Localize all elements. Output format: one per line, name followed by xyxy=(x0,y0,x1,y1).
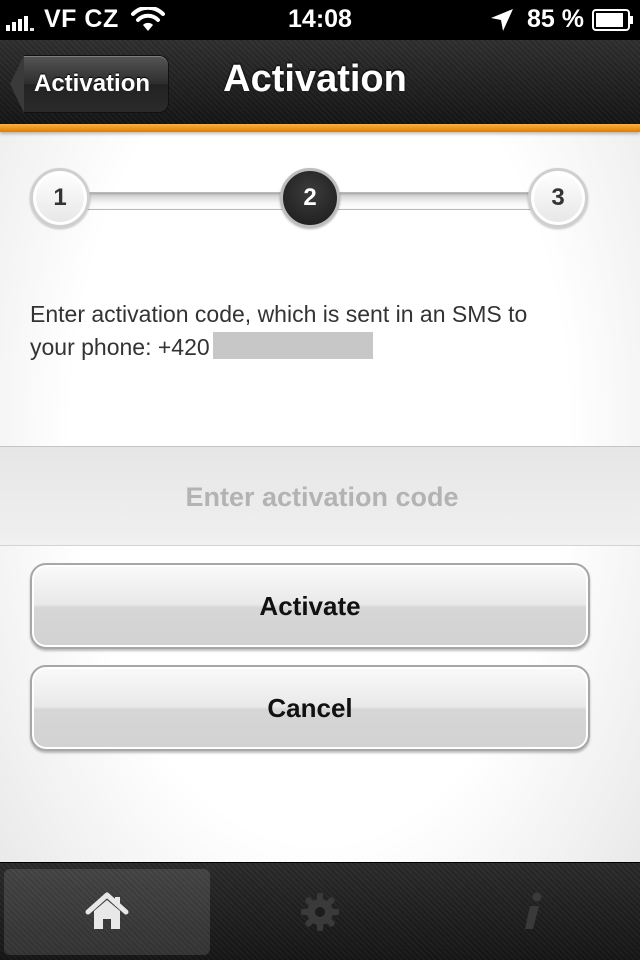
location-arrow-icon xyxy=(491,8,514,31)
info-icon xyxy=(525,892,542,929)
step-2-current: 2 xyxy=(280,168,340,228)
activation-screen: VF CZ 14:08 85 % Activation Activation 1… xyxy=(0,0,640,960)
tab-settings[interactable] xyxy=(217,869,423,955)
progress-stepper: 1 2 3 xyxy=(30,168,590,232)
tab-home[interactable] xyxy=(4,869,210,955)
instruction-text: Enter activation code, which is sent in … xyxy=(30,298,610,364)
redacted-phone-number xyxy=(212,332,373,359)
activation-code-input[interactable] xyxy=(0,447,640,547)
gear-icon xyxy=(301,893,339,931)
instruction-line-2: your phone: +420 xyxy=(30,334,210,360)
instruction-line-1: Enter activation code, which is sent in … xyxy=(30,301,528,327)
tab-bar xyxy=(0,862,640,960)
status-right: 85 % xyxy=(489,5,634,34)
battery-icon xyxy=(592,8,633,31)
nav-accent-stripe xyxy=(0,124,640,132)
step-1: 1 xyxy=(30,168,90,228)
activate-button[interactable]: Activate xyxy=(30,563,590,649)
battery-percent: 85 % xyxy=(527,5,584,33)
activation-code-field xyxy=(0,446,640,547)
status-bar: VF CZ 14:08 85 % xyxy=(0,0,640,40)
home-icon xyxy=(85,892,129,929)
navigation-bar: Activation Activation xyxy=(0,40,640,126)
tab-info[interactable] xyxy=(430,869,636,955)
back-button[interactable]: Activation xyxy=(10,55,170,113)
cancel-button[interactable]: Cancel xyxy=(30,665,590,751)
page-title: Activation xyxy=(223,58,407,100)
step-3: 3 xyxy=(528,168,588,228)
back-button-label: Activation xyxy=(24,55,170,113)
back-arrow-icon xyxy=(10,55,24,113)
